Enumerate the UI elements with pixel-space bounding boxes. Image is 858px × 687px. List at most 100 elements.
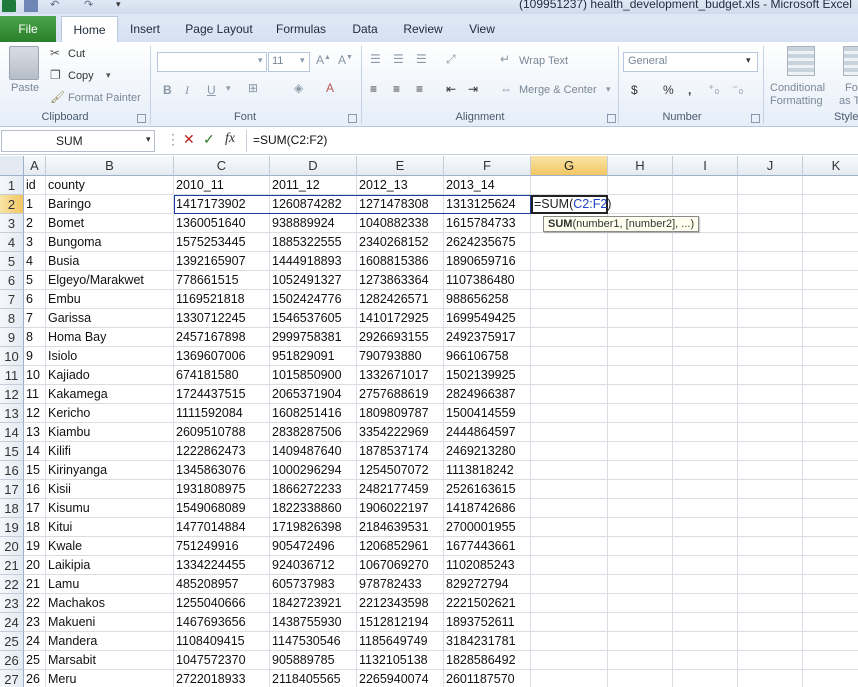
row-header[interactable]: 8 (0, 309, 24, 328)
table-cell[interactable] (531, 461, 608, 480)
table-cell[interactable]: 1334224455 (174, 556, 270, 575)
table-cell[interactable] (608, 670, 673, 687)
comma-button[interactable]: , (688, 83, 691, 97)
format-painter-icon[interactable]: 🖌 (50, 90, 65, 104)
table-cell[interactable]: 24 (24, 632, 46, 651)
underline-dropdown-icon[interactable]: ▾ (226, 83, 231, 94)
table-cell[interactable] (803, 499, 858, 518)
table-cell[interactable] (738, 347, 803, 366)
paste-button[interactable]: Paste (11, 82, 39, 94)
table-cell[interactable]: 2722018933 (174, 670, 270, 687)
decrease-decimal-icon[interactable]: ⁻₀ (732, 82, 743, 96)
table-cell[interactable]: 3 (24, 233, 46, 252)
row-header[interactable]: 23 (0, 594, 24, 613)
table-cell[interactable] (608, 366, 673, 385)
table-cell[interactable]: Marsabit (46, 651, 174, 670)
table-cell[interactable]: Meru (46, 670, 174, 687)
increase-decimal-icon[interactable]: ⁺₀ (708, 82, 719, 96)
table-cell[interactable]: 2340268152 (357, 233, 444, 252)
table-cell[interactable]: 2482177459 (357, 480, 444, 499)
table-cell[interactable]: Homa Bay (46, 328, 174, 347)
table-cell[interactable]: Isiolo (46, 347, 174, 366)
table-cell[interactable] (608, 176, 673, 195)
underline-button[interactable]: U (207, 83, 216, 97)
table-cell[interactable]: 1147530546 (270, 632, 357, 651)
table-cell[interactable]: 1015850900 (270, 366, 357, 385)
table-cell[interactable] (738, 195, 803, 214)
copy-icon[interactable]: ❐ (50, 68, 61, 82)
table-cell[interactable] (673, 632, 738, 651)
table-cell[interactable]: 2013_14 (444, 176, 531, 195)
table-cell[interactable] (531, 290, 608, 309)
table-cell[interactable]: 22 (24, 594, 46, 613)
row-header[interactable]: 3 (0, 214, 24, 233)
table-cell[interactable] (673, 347, 738, 366)
table-cell[interactable]: 1477014884 (174, 518, 270, 537)
table-cell[interactable]: 1418742686 (444, 499, 531, 518)
table-cell[interactable]: 2609510788 (174, 423, 270, 442)
table-cell[interactable]: 674181580 (174, 366, 270, 385)
column-header-e[interactable]: E (357, 156, 444, 176)
table-cell[interactable]: Baringo (46, 195, 174, 214)
column-header-a[interactable]: A (24, 156, 46, 176)
table-cell[interactable]: 790793880 (357, 347, 444, 366)
table-cell[interactable]: 2999758381 (270, 328, 357, 347)
table-cell[interactable] (738, 328, 803, 347)
table-cell[interactable]: Garissa (46, 309, 174, 328)
table-cell[interactable]: 2012_13 (357, 176, 444, 195)
table-cell[interactable] (608, 347, 673, 366)
table-cell[interactable]: 1885322555 (270, 233, 357, 252)
table-cell[interactable]: 1677443661 (444, 537, 531, 556)
table-cell[interactable] (531, 537, 608, 556)
table-cell[interactable] (608, 290, 673, 309)
table-cell[interactable]: 2624235675 (444, 233, 531, 252)
table-cell[interactable]: 1500414559 (444, 404, 531, 423)
column-header-j[interactable]: J (738, 156, 803, 176)
table-cell[interactable] (531, 442, 608, 461)
active-cell[interactable]: =SUM(C2:F2) (531, 195, 611, 214)
table-cell[interactable]: 988656258 (444, 290, 531, 309)
table-cell[interactable]: Kisumu (46, 499, 174, 518)
name-box[interactable]: SUM (1, 130, 155, 152)
table-cell[interactable]: 2526163615 (444, 480, 531, 499)
table-cell[interactable]: 2601187570 (444, 670, 531, 687)
table-cell[interactable]: 1512812194 (357, 613, 444, 632)
worksheet-grid[interactable]: A B C D E F G H I J K 1 id county 2010_11 2011_12 2012_1… (0, 156, 858, 687)
table-cell[interactable] (803, 366, 858, 385)
table-cell[interactable]: 1828586492 (444, 651, 531, 670)
table-cell[interactable] (673, 366, 738, 385)
table-cell[interactable] (608, 651, 673, 670)
row-header[interactable]: 14 (0, 423, 24, 442)
table-cell[interactable] (738, 404, 803, 423)
table-cell[interactable]: 1067069270 (357, 556, 444, 575)
table-cell[interactable]: 1608815386 (357, 252, 444, 271)
table-cell[interactable]: Makueni (46, 613, 174, 632)
table-cell[interactable] (531, 556, 608, 575)
table-cell[interactable] (531, 613, 608, 632)
table-cell[interactable]: 9 (24, 347, 46, 366)
table-cell[interactable]: 19 (24, 537, 46, 556)
table-cell[interactable]: county (46, 176, 174, 195)
table-cell[interactable]: 1369607006 (174, 347, 270, 366)
table-cell[interactable] (608, 309, 673, 328)
table-cell[interactable]: Kilifi (46, 442, 174, 461)
table-cell[interactable] (738, 632, 803, 651)
table-cell[interactable] (803, 404, 858, 423)
table-cell[interactable]: 14 (24, 442, 46, 461)
table-cell[interactable]: 1332671017 (357, 366, 444, 385)
table-cell[interactable] (738, 670, 803, 687)
table-cell[interactable] (531, 594, 608, 613)
table-cell[interactable] (738, 366, 803, 385)
bold-button[interactable]: B (163, 83, 172, 97)
table-cell[interactable]: 1185649749 (357, 632, 444, 651)
table-cell[interactable]: 1410172925 (357, 309, 444, 328)
table-cell[interactable]: 2492375917 (444, 328, 531, 347)
tab-file[interactable]: File (0, 16, 56, 42)
table-cell[interactable]: 20 (24, 556, 46, 575)
table-cell[interactable]: 1392165907 (174, 252, 270, 271)
insert-function-button[interactable]: fx (225, 131, 235, 147)
row-header[interactable]: 11 (0, 366, 24, 385)
table-cell[interactable]: 12 (24, 404, 46, 423)
table-cell[interactable] (803, 233, 858, 252)
shrink-font-icon[interactable]: A▼ (338, 53, 353, 67)
